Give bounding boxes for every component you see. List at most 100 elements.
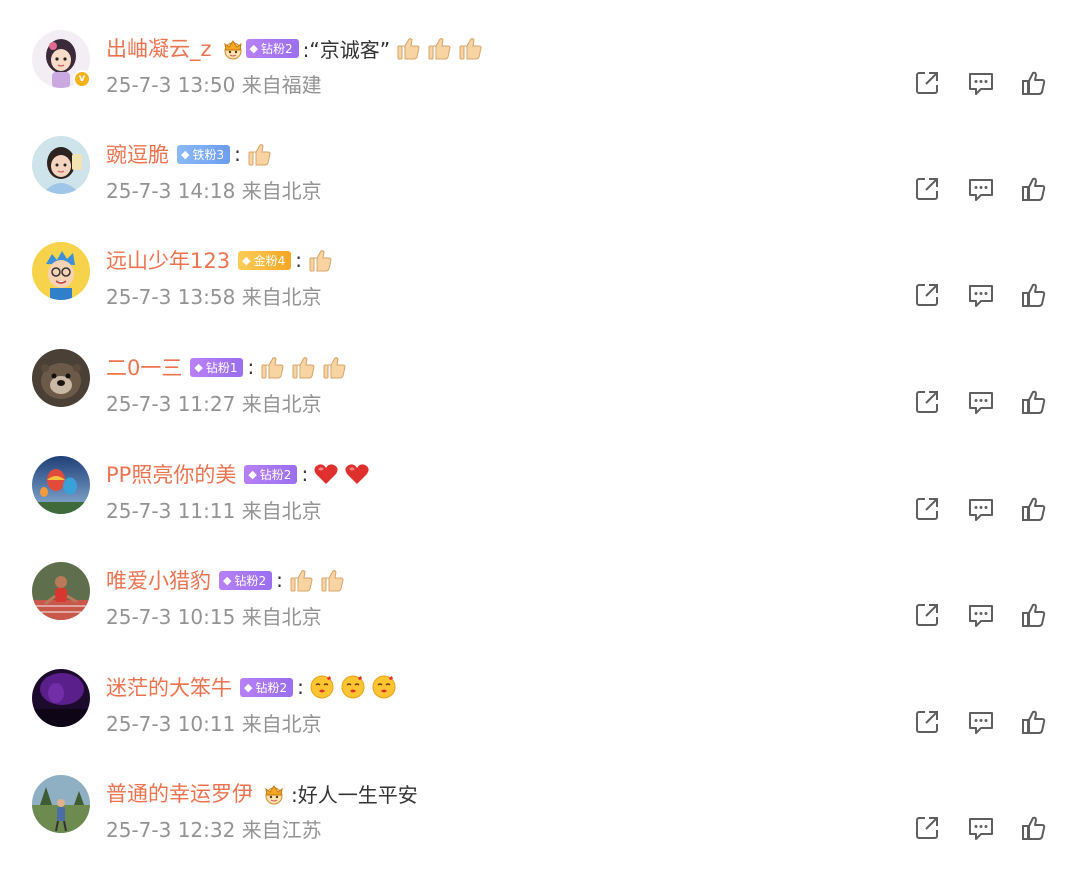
timestamp: 25-7-3 13:50 xyxy=(106,73,236,97)
share-button[interactable] xyxy=(913,69,941,97)
gem-icon: ◆ xyxy=(194,360,203,374)
thumbs-up-emoji xyxy=(288,567,314,593)
like-button[interactable] xyxy=(1020,495,1048,523)
share-button[interactable] xyxy=(913,495,941,523)
thumbs-up-emoji xyxy=(426,35,452,61)
fan-badge[interactable]: ◆ 钻粉2 xyxy=(245,38,299,58)
fan-badge[interactable]: ◆ 钻粉2 xyxy=(219,570,273,590)
comment-icon xyxy=(967,495,995,523)
username-link[interactable]: 迷茫的大笨牛 xyxy=(106,672,232,702)
username-link[interactable]: PP照亮你的美 xyxy=(106,459,236,489)
share-button[interactable] xyxy=(913,601,941,629)
share-button[interactable] xyxy=(913,175,941,203)
username-link[interactable]: 豌逗脆 xyxy=(106,139,169,169)
fan-badge[interactable]: ◆ 钻粉2 xyxy=(244,464,298,484)
balloon-avatar[interactable] xyxy=(32,456,90,514)
comment-icon xyxy=(967,281,995,309)
comment-line: 远山少年123 ◆ 金粉4: xyxy=(106,245,333,275)
comment-button[interactable] xyxy=(967,495,995,523)
fan-badge[interactable]: ◆ 钻粉2 xyxy=(240,677,294,697)
gem-icon: ◆ xyxy=(248,467,257,481)
comment-button[interactable] xyxy=(967,601,995,629)
like-button[interactable] xyxy=(1020,388,1048,416)
thumbs-up-emoji xyxy=(321,354,347,380)
verified-icon: v xyxy=(73,70,91,88)
share-button[interactable] xyxy=(913,814,941,842)
fan-badge-label: 钻粉2 xyxy=(255,680,288,695)
like-button[interactable] xyxy=(1020,814,1048,842)
comment-line: 唯爱小猎豹 ◆ 钻粉2: xyxy=(106,565,345,595)
athlete-avatar[interactable] xyxy=(32,562,90,620)
crown-badge-icon xyxy=(220,35,246,61)
like-icon xyxy=(1020,814,1048,842)
thumbs-up-emoji xyxy=(457,35,483,61)
like-icon xyxy=(1020,69,1048,97)
comment-button[interactable] xyxy=(967,69,995,97)
share-icon xyxy=(913,281,941,309)
outdoor-avatar[interactable] xyxy=(32,775,90,833)
username-link[interactable]: 普通的幸运罗伊 xyxy=(106,778,253,808)
gem-icon: ◆ xyxy=(249,41,258,55)
like-button[interactable] xyxy=(1020,281,1048,309)
like-button[interactable] xyxy=(1020,175,1048,203)
share-button[interactable] xyxy=(913,281,941,309)
otter-avatar[interactable] xyxy=(32,349,90,407)
comment-text: : xyxy=(297,675,304,699)
share-button[interactable] xyxy=(913,388,941,416)
fan-badge-label: 钻粉2 xyxy=(261,41,293,56)
comment-line: 二0一三 ◆ 钻粉1: xyxy=(106,352,347,382)
comment-meta: 25-7-3 14:18 来自北京 xyxy=(106,176,322,206)
location: 来自北京 xyxy=(241,179,322,203)
fan-badge-label: 钻粉2 xyxy=(259,467,292,482)
comment-button[interactable] xyxy=(967,175,995,203)
username-link[interactable]: 唯爱小猎豹 xyxy=(106,565,211,595)
timestamp: 25-7-3 14:18 xyxy=(106,179,236,203)
comment-button[interactable] xyxy=(967,281,995,309)
comment-item: 普通的幸运罗伊:好人一生平安 25-7-3 12:32 来自江苏 xyxy=(0,775,1080,872)
timestamp: 25-7-3 11:27 xyxy=(106,392,236,416)
location: 来自北京 xyxy=(241,285,322,309)
thumbs-up-emoji xyxy=(307,247,333,273)
comment-button[interactable] xyxy=(967,708,995,736)
like-button[interactable] xyxy=(1020,708,1048,736)
username-link[interactable]: 出岫凝云_z xyxy=(106,33,212,63)
username-link[interactable]: 二0一三 xyxy=(106,352,182,382)
comment-item: 远山少年123 ◆ 金粉4: 25-7-3 13:58 来自北京 xyxy=(0,242,1080,348)
fan-badge-label: 钻粉1 xyxy=(205,360,238,375)
comment-line: 豌逗脆 ◆ 铁粉3: xyxy=(106,139,272,169)
fan-badge[interactable]: ◆ 金粉4 xyxy=(238,250,292,270)
location: 来自北京 xyxy=(241,712,322,736)
timestamp: 25-7-3 10:15 xyxy=(106,605,236,629)
share-icon xyxy=(913,388,941,416)
kiss-emoji xyxy=(371,674,397,700)
location: 来自北京 xyxy=(241,392,322,416)
purple-avatar[interactable] xyxy=(32,669,90,727)
comment-item: 唯爱小猎豹 ◆ 钻粉2: 25-7-3 10:15 来自北京 xyxy=(0,562,1080,668)
comment-icon xyxy=(967,69,995,97)
like-icon xyxy=(1020,601,1048,629)
cartoon-girl-avatar[interactable] xyxy=(32,136,90,194)
comment-button[interactable] xyxy=(967,814,995,842)
timestamp: 25-7-3 10:11 xyxy=(106,712,236,736)
comment-text: : xyxy=(301,462,309,486)
username-link[interactable]: 远山少年123 xyxy=(106,245,230,275)
comment-meta: 25-7-3 13:50 来自福建 xyxy=(106,70,322,100)
share-icon xyxy=(913,601,941,629)
comment-meta: 25-7-3 11:27 来自北京 xyxy=(106,389,322,419)
like-button[interactable] xyxy=(1020,601,1048,629)
comment-button[interactable] xyxy=(967,388,995,416)
cartoon-boy-avatar[interactable] xyxy=(32,242,90,300)
location: 来自江苏 xyxy=(241,818,322,842)
comment-item: PP照亮你的美 ◆ 钻粉2: 25-7-3 11:11 来自北京 xyxy=(0,456,1080,562)
like-button[interactable] xyxy=(1020,69,1048,97)
share-button[interactable] xyxy=(913,708,941,736)
comment-item: 二0一三 ◆ 钻粉1:25-7-3 11:27 来自北京 xyxy=(0,349,1080,455)
fan-badge[interactable]: ◆ 铁粉3 xyxy=(177,144,231,164)
comment-icon xyxy=(967,601,995,629)
share-icon xyxy=(913,708,941,736)
timestamp: 25-7-3 11:11 xyxy=(106,499,236,523)
comment-line: 普通的幸运罗伊:好人一生平安 xyxy=(106,778,418,808)
comment-meta: 25-7-3 11:11 来自北京 xyxy=(106,496,322,526)
comment-line: 出岫凝云_z ◆ 钻粉2:“京诚客” xyxy=(106,33,483,63)
fan-badge[interactable]: ◆ 钻粉1 xyxy=(190,357,244,377)
